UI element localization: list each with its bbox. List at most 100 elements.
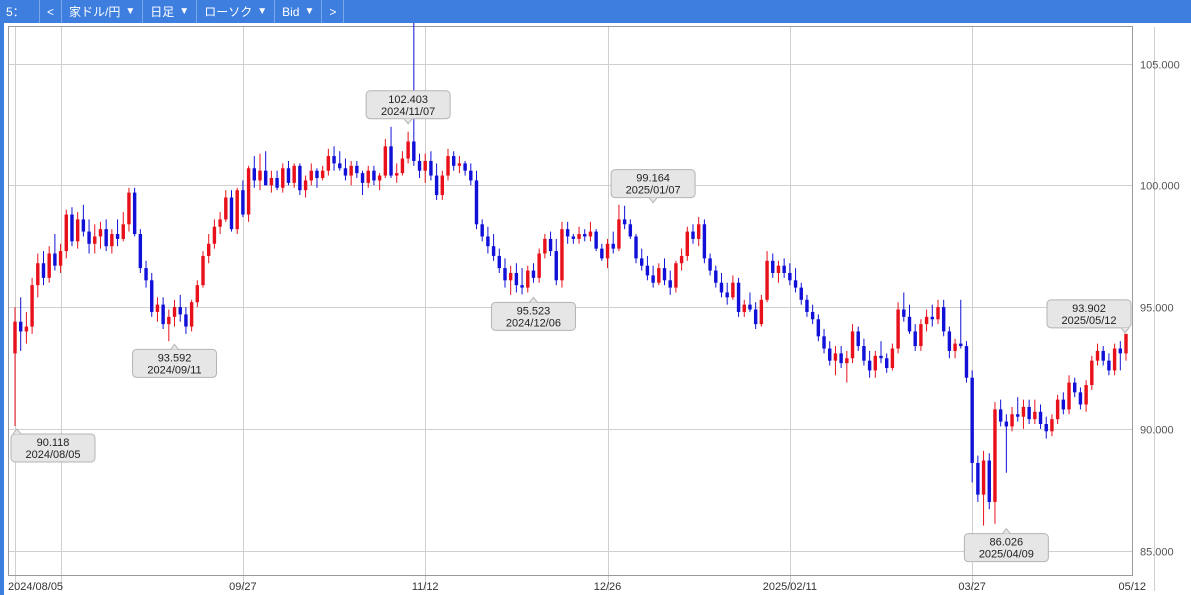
candle-body	[87, 231, 91, 244]
candle-body	[315, 170, 319, 179]
candle-body	[645, 265, 650, 276]
candle-body	[189, 302, 194, 327]
candle-body	[75, 219, 80, 242]
candle-body	[241, 190, 245, 215]
candle-body	[429, 160, 433, 176]
price-type-dropdown[interactable]: Bid ▼	[275, 0, 323, 23]
candle-body	[104, 229, 108, 247]
chart-type-dropdown[interactable]: ローソク ▼	[197, 0, 276, 23]
candle-body	[400, 158, 405, 174]
callout-date: 2024/09/11	[147, 364, 201, 376]
callout-date: 2024/11/07	[381, 106, 435, 118]
callout-price: 93.592	[158, 352, 192, 364]
candle-body	[890, 348, 895, 368]
callout-date: 2024/08/05	[25, 449, 80, 461]
x-tick-label: 03/27	[958, 581, 986, 593]
candle-body	[634, 236, 638, 259]
candle-body	[383, 146, 388, 176]
candle-body	[816, 319, 821, 337]
candle-body	[463, 163, 467, 171]
candle-body	[201, 255, 205, 286]
candle-body	[30, 285, 34, 327]
candle-body	[13, 321, 17, 354]
candle-body	[53, 253, 57, 266]
price-callout: 90.1182024/08/05	[10, 428, 96, 463]
x-tick-label: 05/12	[1118, 581, 1146, 593]
candle-body	[1038, 411, 1043, 424]
candle-body	[451, 156, 456, 166]
candle-body	[913, 331, 917, 347]
candle-body	[850, 331, 855, 359]
candle-body	[1107, 360, 1111, 371]
candle-body	[132, 192, 137, 235]
x-tick-label: 2025/02/11	[763, 581, 817, 593]
candle-body	[902, 309, 906, 317]
candle-body	[907, 316, 912, 332]
candle-body	[668, 280, 672, 288]
candle-body	[235, 190, 239, 230]
candle-body	[167, 316, 171, 325]
candle-body	[366, 170, 370, 183]
next-button[interactable]: >	[322, 0, 345, 23]
x-tick-label: 12/26	[594, 581, 622, 593]
candle-body	[588, 231, 593, 237]
candle-body	[480, 224, 484, 237]
candle-body	[172, 307, 177, 317]
candle-body	[275, 178, 279, 188]
candle-body	[320, 170, 325, 179]
y-tick-label: 85.000	[1140, 547, 1174, 559]
callout-pointer	[529, 296, 538, 303]
candle-body	[799, 287, 803, 300]
candle-body	[976, 462, 980, 495]
candle-body	[628, 224, 633, 237]
y-tick-label: 90.000	[1140, 425, 1174, 437]
candle-body	[1112, 348, 1117, 371]
chevron-down-icon: ▼	[304, 6, 315, 17]
candle-body	[526, 270, 530, 288]
callout-price: 102.403	[388, 94, 428, 106]
candle-body	[828, 348, 832, 361]
candle-body	[218, 219, 222, 227]
chevron-down-icon: ▼	[179, 6, 190, 17]
callout-price: 93.902	[1072, 303, 1106, 315]
candle-body	[269, 178, 274, 186]
candlestick-chart[interactable]: 85.000 90.000 95.000 100.000 105.000 2024/08…	[0, 23, 1191, 595]
candle-body	[1067, 382, 1071, 410]
candle-body	[161, 304, 165, 325]
candle-body	[793, 280, 798, 288]
candle-body	[662, 268, 667, 281]
callout-pointer	[648, 197, 658, 204]
candle-body	[150, 280, 154, 312]
period-dropdown[interactable]: 日足 ▼	[143, 0, 198, 23]
candle-body	[594, 231, 598, 249]
candle-body	[263, 170, 268, 186]
candle-body	[1033, 411, 1037, 420]
candle-body	[47, 253, 51, 278]
candle-body	[959, 343, 963, 347]
price-callouts: 90.1182024/08/0593.5922024/09/11102.4032…	[10, 90, 1132, 563]
candle-body	[867, 360, 872, 371]
candle-body	[611, 243, 615, 249]
callout-date: 2025/05/12	[1061, 315, 1116, 327]
prev-button[interactable]: <	[40, 0, 63, 23]
candle-body	[1050, 419, 1054, 432]
candle-body	[372, 170, 376, 181]
candle-body	[674, 263, 678, 288]
currency-pair-dropdown[interactable]: 家ドル/円 ▼	[62, 0, 144, 23]
candle-body	[1101, 350, 1105, 361]
candle-body	[702, 224, 707, 259]
callout-date: 2024/12/06	[506, 317, 561, 329]
candle-body	[981, 460, 986, 495]
candle-body	[508, 272, 513, 281]
candle-body	[617, 219, 621, 249]
candle-body	[600, 248, 604, 259]
candle-body	[998, 409, 1003, 422]
candle-body	[691, 231, 695, 239]
candle-body	[1073, 382, 1077, 393]
callout-date: 2025/04/09	[979, 549, 1034, 561]
candle-body	[862, 346, 866, 361]
price-callout: 102.4032024/11/07	[365, 90, 451, 125]
candle-body	[224, 197, 228, 220]
candle-body	[571, 236, 576, 239]
candle-body	[212, 226, 217, 244]
